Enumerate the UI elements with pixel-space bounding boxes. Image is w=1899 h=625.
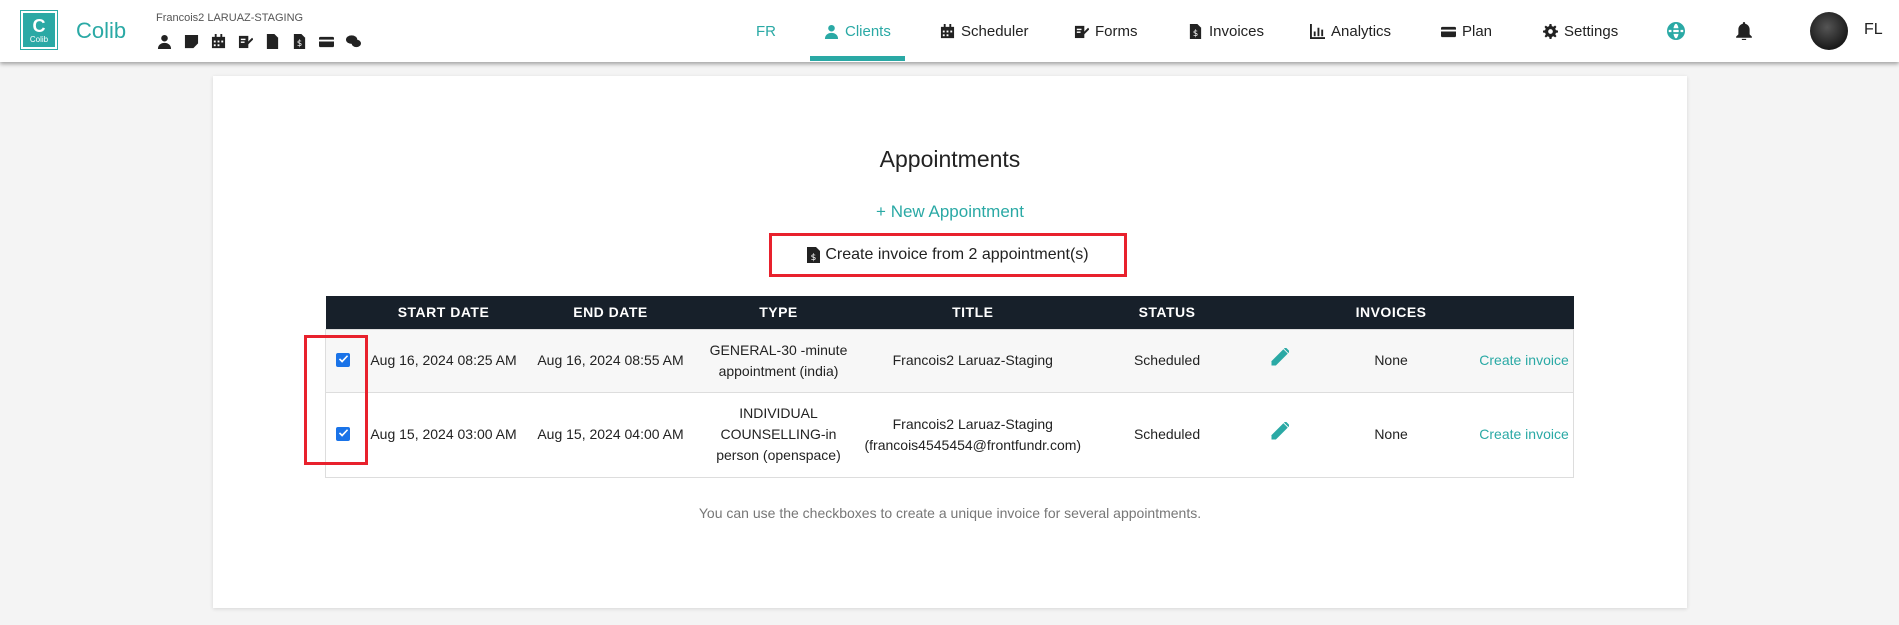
header-actions — [1475, 296, 1573, 329]
bell-icon[interactable] — [1735, 0, 1753, 62]
nav-settings-label: Settings — [1564, 22, 1619, 40]
globe-icon[interactable] — [1667, 0, 1685, 62]
app-logo[interactable]: C Colib — [20, 10, 58, 50]
header-select — [326, 296, 361, 329]
chat-icon[interactable] — [345, 33, 361, 49]
header-edit — [1251, 296, 1307, 329]
appointments-card: Appointments + New Appointment $ Create … — [213, 76, 1687, 608]
title-cell: Francois2 Laruaz-Staging — [892, 352, 1053, 368]
user-icon — [824, 24, 839, 39]
row-select-cell — [326, 329, 361, 392]
row-checkbox[interactable] — [336, 426, 351, 441]
gear-icon — [1543, 23, 1558, 39]
start-date-cell: Aug 16, 2024 08:25 AM — [370, 352, 517, 368]
appointments-table: START DATE END DATE TYPE TITLE STATUS IN… — [325, 296, 1574, 478]
start-date-cell: Aug 15, 2024 03:00 AM — [370, 426, 517, 442]
nav-plan-label: Plan — [1462, 22, 1493, 40]
user-icon[interactable] — [156, 33, 172, 49]
new-appointment-label: New Appointment — [890, 202, 1024, 221]
credit-card-icon — [1441, 26, 1456, 37]
table-row: Aug 16, 2024 08:25 AM Aug 16, 2024 08:55… — [325, 329, 1574, 392]
chart-icon — [1310, 23, 1325, 39]
nav-scheduler-label: Scheduler — [961, 22, 1029, 40]
check-icon — [338, 355, 348, 363]
top-navbar: C Colib Colib Francois2 LARUAZ-STAGING $… — [0, 0, 1899, 62]
document-icon[interactable] — [264, 33, 280, 49]
nav-analytics[interactable]: Analytics — [1310, 0, 1391, 62]
page-title: Appointments — [879, 146, 1021, 172]
user-initials[interactable]: FL — [1864, 21, 1883, 39]
end-date-cell: Aug 15, 2024 04:00 AM — [537, 426, 684, 442]
table-row: Aug 15, 2024 03:00 AM Aug 15, 2024 04:00… — [325, 392, 1574, 477]
note-icon[interactable] — [183, 33, 199, 49]
action-cell: Create invoice — [1475, 329, 1573, 392]
new-appointment-row: + New Appointment — [213, 202, 1687, 222]
invoices-cell: None — [1374, 352, 1408, 368]
edit-pencil-icon[interactable] — [1269, 346, 1290, 371]
invoice-icon[interactable]: $ — [291, 33, 307, 49]
create-invoice-link[interactable]: Create invoice — [1479, 426, 1569, 442]
active-tab-indicator — [810, 56, 905, 61]
nav-forms-label: Forms — [1095, 22, 1138, 40]
nav-invoices-label: Invoices — [1209, 22, 1265, 40]
nav-clients-label: Clients — [845, 22, 891, 40]
form-icon[interactable] — [237, 33, 253, 49]
row-checkbox[interactable] — [336, 352, 351, 367]
invoice-icon: $ — [1189, 23, 1202, 39]
header-type: TYPE — [759, 304, 798, 321]
svg-text:$: $ — [811, 253, 817, 263]
table-header-row: START DATE END DATE TYPE TITLE STATUS IN… — [325, 296, 1574, 329]
type-cell: GENERAL-30 -minute appointment (india) — [709, 341, 848, 379]
edit-pencil-icon[interactable] — [1269, 420, 1290, 445]
language-switch[interactable]: FR — [756, 0, 776, 62]
nav-plan[interactable]: Plan — [1441, 0, 1492, 62]
nav-forms[interactable]: Forms — [1074, 0, 1138, 62]
form-icon — [1074, 25, 1089, 38]
svg-text:$: $ — [1193, 28, 1198, 38]
check-icon — [338, 429, 348, 437]
type-cell: INDIVIDUAL COUNSELLING-in person (opensp… — [716, 405, 841, 463]
avatar[interactable] — [1810, 12, 1848, 50]
new-appointment-link[interactable]: + New Appointment — [876, 202, 1024, 221]
edit-cell — [1251, 329, 1307, 392]
nav-settings[interactable]: Settings — [1543, 0, 1618, 62]
nav-clients[interactable]: Clients — [824, 0, 891, 62]
create-invoice-link[interactable]: Create invoice — [1479, 352, 1569, 368]
quick-action-icons: $ — [156, 33, 361, 49]
nav-invoices[interactable]: $ Invoices — [1188, 0, 1264, 62]
create-invoice-from-selected-button[interactable]: $ Create invoice from 2 appointment(s) — [769, 233, 1127, 277]
logo-text: Colib — [29, 34, 49, 44]
invoices-cell: None — [1374, 426, 1408, 442]
plus-icon: + — [876, 202, 891, 221]
invoice-icon: $ — [807, 247, 821, 263]
header-status: STATUS — [1138, 304, 1196, 321]
action-cell: Create invoice — [1475, 392, 1573, 477]
account-name: Francois2 LARUAZ-STAGING — [156, 12, 304, 24]
header-end-date: END DATE — [573, 304, 648, 321]
calendar-icon — [940, 23, 955, 38]
nav-scheduler[interactable]: Scheduler — [940, 0, 1029, 62]
calendar-icon[interactable] — [210, 33, 226, 49]
checkbox-hint-text: You can use the checkboxes to create a u… — [698, 505, 1202, 521]
header-invoices: INVOICES — [1355, 304, 1427, 321]
header-title: TITLE — [952, 304, 994, 321]
create-invoice-from-selected-label: Create invoice from 2 appointment(s) — [825, 246, 1089, 263]
credit-card-icon[interactable] — [318, 33, 334, 49]
end-date-cell: Aug 16, 2024 08:55 AM — [537, 352, 684, 368]
nav-analytics-label: Analytics — [1331, 22, 1392, 40]
logo-letter: C — [32, 15, 46, 36]
edit-cell — [1251, 392, 1307, 477]
status-cell: Scheduled — [1133, 352, 1201, 368]
header-start-date: START DATE — [397, 304, 490, 321]
status-cell: Scheduled — [1133, 426, 1201, 442]
title-cell: Francois2 Laruaz-Staging (francois454545… — [864, 415, 1082, 453]
svg-text:$: $ — [296, 38, 301, 48]
row-select-cell — [326, 392, 361, 477]
brand-name[interactable]: Colib — [76, 18, 126, 44]
